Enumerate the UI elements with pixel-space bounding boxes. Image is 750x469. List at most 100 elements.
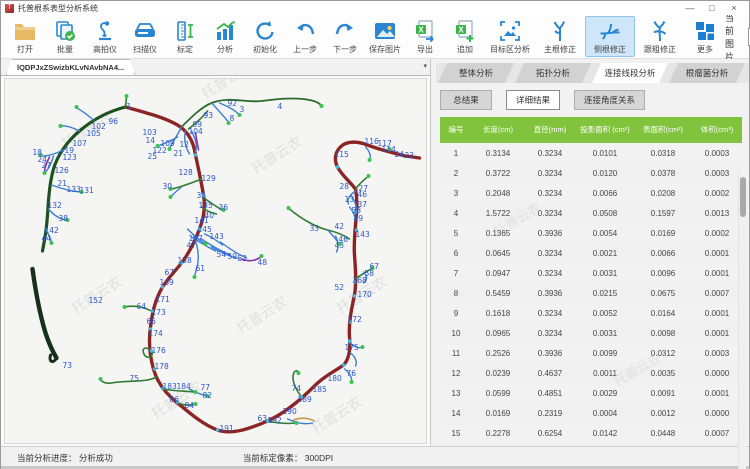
toolbar-main-root-fix-button[interactable]: 主根修正 <box>535 16 585 57</box>
analyze-icon <box>213 19 237 43</box>
table-row[interactable]: 20.37220.32340.01200.03780.0003 <box>440 163 742 183</box>
segment-label: 48 <box>258 258 268 267</box>
segment-label: 84 <box>185 401 195 410</box>
table-row[interactable]: 140.01690.23190.00040.00120.0000 <box>440 403 742 423</box>
table-row[interactable]: 10.31340.32340.01010.03180.0003 <box>440 143 742 163</box>
toolbar-append-button[interactable]: X追加 <box>445 16 485 57</box>
segment-label: 135 <box>199 201 214 210</box>
table-row[interactable]: 50.13650.39360.00540.01690.0002 <box>440 223 742 243</box>
segment-label: 23 <box>405 151 415 160</box>
table-row[interactable]: 60.06450.32340.00210.00660.0001 <box>440 243 742 263</box>
toolbar-batch-button[interactable]: 批量 <box>45 16 85 57</box>
segment-label: 37 <box>358 200 368 209</box>
toolbar-save-image-button[interactable]: 保存图片 <box>365 16 405 57</box>
segment-label: 12 <box>180 140 190 149</box>
svg-text:X: X <box>418 26 424 35</box>
close-button[interactable]: × <box>723 1 745 15</box>
toolbar-initialize-button[interactable]: 初始化 <box>245 16 285 57</box>
watermark-text: 托普云农 <box>309 394 365 437</box>
segment-label: 74 <box>292 384 302 393</box>
app-window: T 托普根系表型分析系统 — □ × 打开批量高拍仪扫描仪标定分析初始化上一步下… <box>0 0 750 469</box>
table-row[interactable]: 90.16180.32340.00520.01640.0001 <box>440 303 742 323</box>
main-root-icon <box>548 19 572 43</box>
segment-label: 21 <box>174 149 184 158</box>
toolbar-lateral-root-fix-button[interactable]: 侧根修正 <box>585 16 635 57</box>
segment-label: 47 <box>187 241 197 250</box>
segment-label: 171 <box>156 295 171 304</box>
table-scrollbar[interactable] <box>738 175 746 469</box>
undo-icon <box>293 19 317 43</box>
segment-label: 27 <box>42 161 52 170</box>
progress-label: 当前分析进度： <box>17 453 77 463</box>
segment-label: 63 <box>258 414 268 423</box>
maximize-button[interactable]: □ <box>701 1 723 15</box>
tab-overflow-caret-icon[interactable]: ▾ <box>423 62 427 70</box>
analysis-tab-0[interactable]: 整体分析 <box>438 63 514 83</box>
segment-label: 152 <box>89 296 104 305</box>
segment-label: 58 <box>365 269 375 278</box>
table-row[interactable]: 70.09470.32340.00310.00960.0001 <box>440 263 742 283</box>
toolbar-scanner-button[interactable]: 扫描仪 <box>125 16 165 57</box>
image-tab[interactable]: lQDPJxZSwizbKLvNAvbNA4... <box>6 59 135 75</box>
analysis-tab-2[interactable]: 连接线段分析 <box>592 63 668 83</box>
segment-label: 107 <box>73 139 88 148</box>
segment-label: 169 <box>160 278 175 287</box>
svg-text:X: X <box>458 26 464 35</box>
result-buttons: 总结果详细结果连接角度关系 <box>440 90 749 110</box>
segment-label: 39 <box>354 214 364 223</box>
doc-camera-icon <box>93 19 117 43</box>
redo-icon <box>333 19 357 43</box>
analysis-tab-3[interactable]: 根瘤菌分析 <box>669 63 745 83</box>
table-header-row: 编号长度(cm)直径(mm)投影面积 (cm²)表面积(cm²)体积(cm³) <box>440 117 742 143</box>
analysis-panel: 整体分析拓扑分析连接线段分析根瘤菌分析 总结果详细结果连接角度关系 编号长度(c… <box>431 59 749 446</box>
toolbar-doc-camera-button[interactable]: 高拍仪 <box>85 16 125 57</box>
analysis-tabs: 整体分析拓扑分析连接线段分析根瘤菌分析 <box>436 63 749 83</box>
toolbar-export-button[interactable]: X导出 <box>405 16 445 57</box>
table-row[interactable]: 130.05990.48510.00290.00910.0001 <box>440 383 742 403</box>
watermark-text: 托普云农 <box>234 294 290 337</box>
segment-label: 183 <box>163 382 178 391</box>
more-grid-icon <box>693 19 717 43</box>
segment-label: 128 <box>179 168 194 177</box>
analysis-tab-1[interactable]: 拓扑分析 <box>515 63 591 83</box>
toolbar-more-button[interactable]: 更多 <box>685 16 725 57</box>
table-row[interactable]: 110.25260.39360.00990.03120.0003 <box>440 343 742 363</box>
table-scrollbar-thumb[interactable] <box>740 177 746 217</box>
segment-label: 173 <box>152 308 167 317</box>
minimize-button[interactable]: — <box>679 1 701 15</box>
segment-label: 76 <box>347 369 357 378</box>
table-row[interactable]: 120.02390.46370.00110.00350.0000 <box>440 363 742 383</box>
toolbar-root-width-fix-button[interactable]: 跟粗修正 <box>635 16 685 57</box>
root-image-view[interactable]: 托普云农托普云农托普云农托普云农托普云农托普云农托普云农托普云农 <box>4 78 427 444</box>
segment-label: 172 <box>348 315 363 324</box>
table-row[interactable]: 41.57220.32340.05080.15970.0013 <box>440 203 742 223</box>
segment-label: 64 <box>137 302 147 311</box>
segment-label: 52 <box>238 254 248 263</box>
status-bar: 当前分析进度： 分析成功 当前标定像素： 300DPI <box>1 446 749 469</box>
toolbar-next-step-button[interactable]: 下一步 <box>325 16 365 57</box>
table-row[interactable]: 150.22780.62540.01420.04480.0007 <box>440 423 742 443</box>
toolbar-open-button[interactable]: 打开 <box>5 16 45 57</box>
segment-label: 4 <box>278 102 283 111</box>
segment-table-wrap: 编号长度(cm)直径(mm)投影面积 (cm²)表面积(cm²)体积(cm³) … <box>440 117 742 443</box>
table-row[interactable]: 30.20480.32340.00660.02080.0002 <box>440 183 742 203</box>
result-button-2[interactable]: 连接角度关系 <box>574 90 645 110</box>
segment-label: 115 <box>335 150 350 159</box>
dpi-value: 300DPI <box>305 453 333 463</box>
segment-label: 3 <box>240 105 245 114</box>
segment-label: 65 <box>147 317 157 326</box>
segment-label: 184 <box>177 382 192 391</box>
toolbar-calibrate-button[interactable]: 标定 <box>165 16 205 57</box>
toolbar-target-area-button[interactable]: 目标区分析 <box>485 16 535 57</box>
export-icon: X <box>413 19 437 43</box>
table-row[interactable]: 100.09650.32340.00310.00980.0001 <box>440 323 742 343</box>
dpi-label: 当前标定像素： <box>243 453 303 463</box>
table-row[interactable]: 80.54590.39360.02150.06750.0007 <box>440 283 742 303</box>
watermark-text: 托普云农 <box>249 134 305 177</box>
result-button-1[interactable]: 详细结果 <box>506 90 560 110</box>
toolbar-analyze-button[interactable]: 分析 <box>205 16 245 57</box>
toolbar-prev-step-button[interactable]: 上一步 <box>285 16 325 57</box>
segment-label: 73 <box>63 361 73 370</box>
segment-label: 8 <box>230 114 235 123</box>
result-button-0[interactable]: 总结果 <box>440 90 492 110</box>
